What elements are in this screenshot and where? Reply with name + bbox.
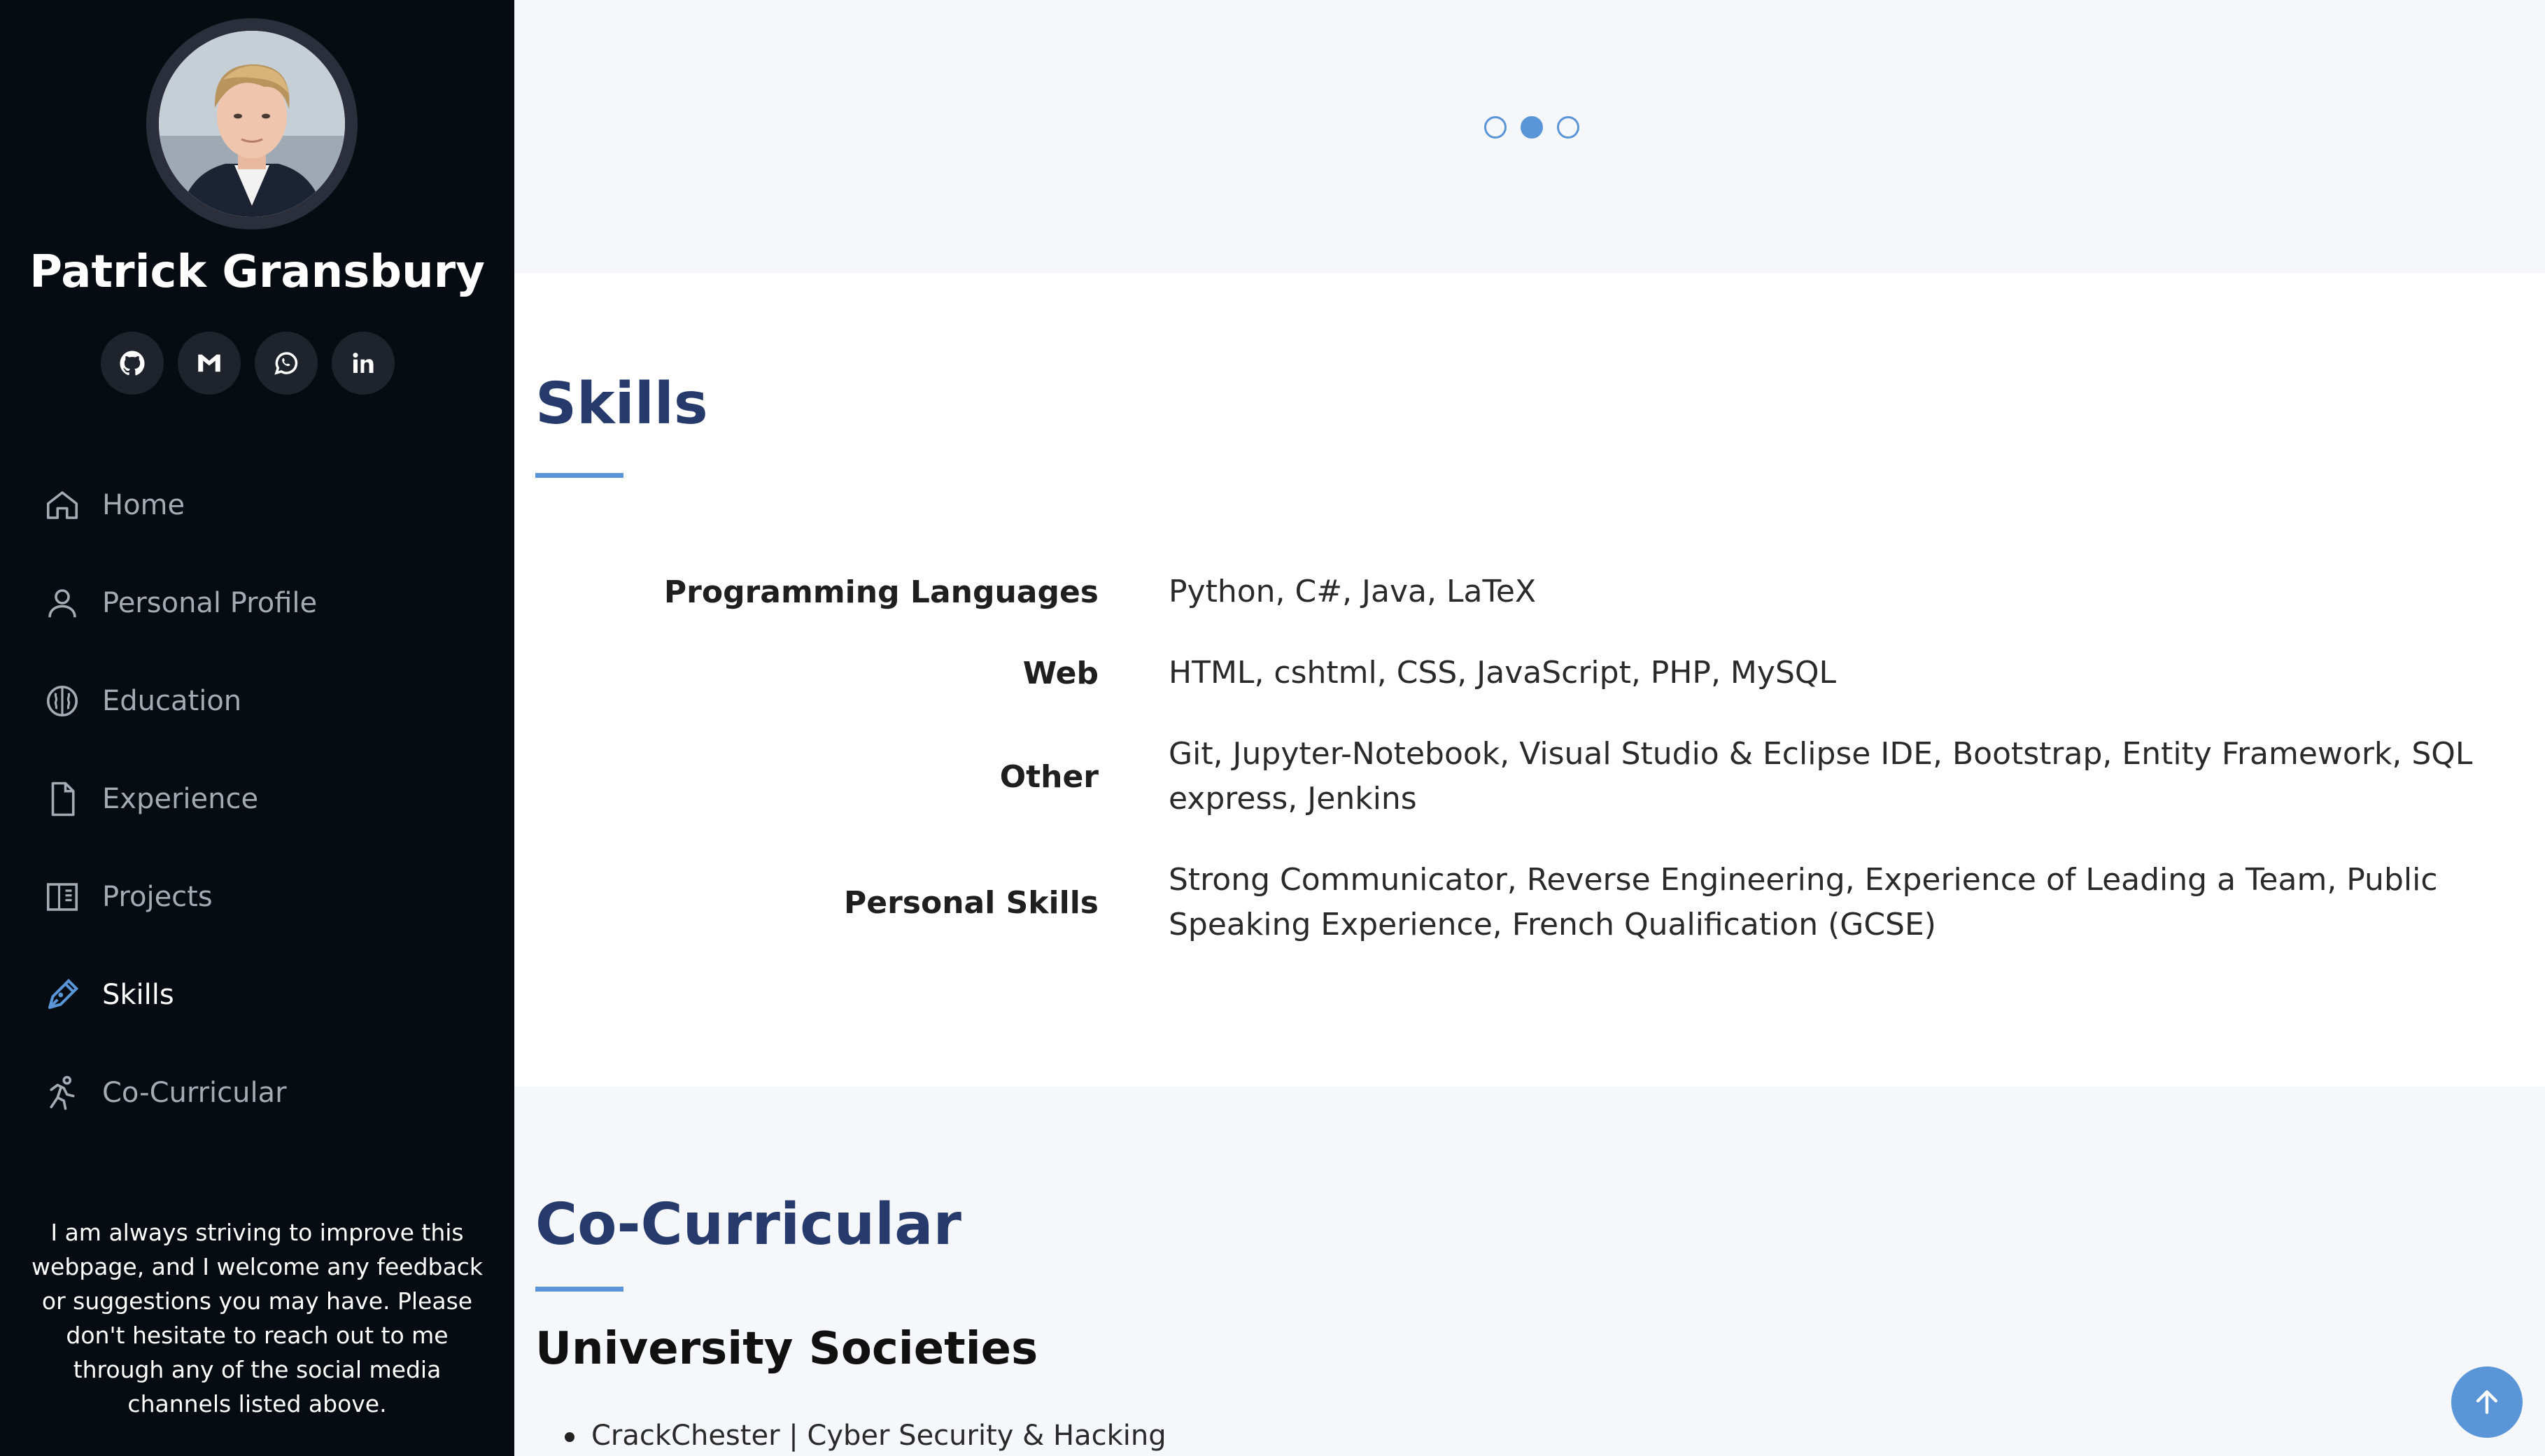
nav-item-label: Projects <box>102 881 213 913</box>
sidebar-note: I am always striving to improve this web… <box>31 1219 483 1418</box>
list-item: CrackChester | Cyber Security & Hacking <box>565 1420 1166 1452</box>
cocurricular-section: Co-Curricular University Societies Crack… <box>514 1087 2545 1456</box>
nav-item-skills[interactable]: Skills <box>0 946 514 1044</box>
pen-icon <box>48 978 79 1010</box>
subheading: University Societies <box>535 1323 1038 1375</box>
title-underline <box>535 473 623 478</box>
social-links <box>101 332 395 395</box>
back-to-top-button[interactable] <box>2451 1366 2523 1438</box>
main-content: Skills Programming Languages Python, C#,… <box>514 0 2545 1456</box>
avatar <box>159 31 345 217</box>
section-title: Skills <box>535 371 708 437</box>
society-list: CrackChester | Cyber Security & Hacking <box>565 1420 1166 1452</box>
github-link[interactable] <box>101 332 164 395</box>
carousel-indicators <box>1484 116 1579 139</box>
skill-row: Personal Skills Strong Communicator, Rev… <box>514 858 2545 947</box>
skill-label: Web <box>1022 655 1099 691</box>
nav-item-education[interactable]: Education <box>0 652 514 750</box>
arrow-up-icon <box>2476 1390 2498 1414</box>
skills-section: Skills Programming Languages Python, C#,… <box>514 273 2545 1087</box>
linkedin-link[interactable] <box>332 332 395 395</box>
nav-item-label: Experience <box>102 783 259 815</box>
skill-label: Other <box>999 758 1099 795</box>
nav-item-co-curricular[interactable]: Co-Curricular <box>0 1044 514 1142</box>
nav-item-home[interactable]: Home <box>0 456 514 554</box>
hero-section <box>514 0 2545 273</box>
nav-item-projects[interactable]: Projects <box>0 848 514 946</box>
brain-icon <box>46 685 78 717</box>
title-underline <box>535 1287 623 1292</box>
avatar-frame <box>146 18 358 229</box>
sidebar-nav: Home Personal Profile Education Experien… <box>0 456 514 1142</box>
skill-row: Web HTML, cshtml, CSS, JavaScript, PHP, … <box>514 651 2545 695</box>
carousel-dot[interactable] <box>1484 116 1507 139</box>
nav-item-experience[interactable]: Experience <box>0 750 514 848</box>
list-item-text: CrackChester | Cyber Security & Hacking <box>591 1420 1166 1452</box>
whatsapp-icon <box>274 352 298 375</box>
gmail-link[interactable] <box>178 332 241 395</box>
gmail-icon <box>198 354 220 372</box>
whatsapp-link[interactable] <box>255 332 318 395</box>
skill-value: Python, C#, Java, LaTeX <box>1169 574 1537 609</box>
nav-item-label: Education <box>102 685 242 717</box>
person-icon <box>48 589 76 618</box>
skill-value: HTML, cshtml, CSS, JavaScript, PHP, MySQ… <box>1169 655 1837 691</box>
carousel-dot-active[interactable] <box>1521 116 1543 139</box>
github-icon <box>120 351 145 376</box>
skill-row: Other Git, Jupyter-Notebook, Visual Stud… <box>514 732 2545 821</box>
nav-item-label: Co-Curricular <box>102 1077 287 1109</box>
nav-item-label: Personal Profile <box>102 587 318 619</box>
carousel-dot[interactable] <box>1557 116 1579 139</box>
book-icon <box>46 883 78 911</box>
avatar-illustration <box>159 31 345 217</box>
file-icon <box>51 782 75 817</box>
skill-value: Git, Jupyter-Notebook, Visual Studio & E… <box>1169 736 2473 817</box>
sidebar: Patrick Gransbury Home Personal Profile … <box>0 0 514 1456</box>
section-title: Co-Curricular <box>535 1192 961 1258</box>
profile-name: Patrick Gransbury <box>29 246 485 298</box>
skill-value: Strong Communicator, Reverse Engineering… <box>1169 862 2438 942</box>
nav-item-label: Home <box>102 489 185 521</box>
skill-label: Programming Languages <box>663 574 1099 610</box>
skill-label: Personal Skills <box>843 884 1099 921</box>
skill-row: Programming Languages Python, C#, Java, … <box>514 570 2545 614</box>
linkedin-icon <box>353 353 374 373</box>
running-icon <box>50 1075 75 1110</box>
nav-item-label: Skills <box>102 979 174 1011</box>
bullet <box>565 1432 574 1442</box>
home-icon <box>46 491 78 519</box>
nav-item-personal-profile[interactable]: Personal Profile <box>0 554 514 652</box>
